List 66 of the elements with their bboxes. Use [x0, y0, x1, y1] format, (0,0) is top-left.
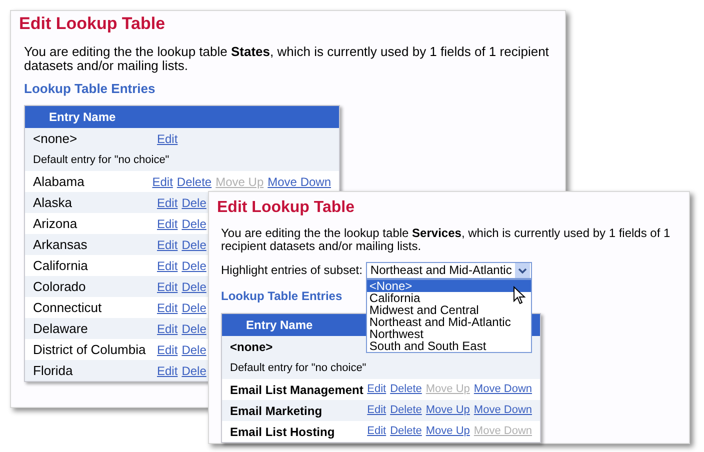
action-link[interactable]: Edit: [157, 340, 178, 358]
entry-name: California: [33, 256, 89, 275]
dropdown-option[interactable]: California: [367, 292, 532, 304]
action-link[interactable]: Dele: [182, 278, 206, 296]
entry-name: District of Columbia: [33, 340, 147, 359]
action-link[interactable]: Move Up: [426, 402, 470, 419]
mouse-cursor-icon: [513, 286, 526, 304]
section-heading: Lookup Table Entries: [221, 288, 342, 305]
entry-name: Colorado: [33, 278, 87, 296]
entry-name: Email Marketing: [230, 402, 324, 420]
entry-name: <none>: [33, 130, 78, 148]
action-link[interactable]: Edit: [157, 256, 178, 274]
action-link[interactable]: Edit: [152, 172, 173, 190]
entry-name: Arkansas: [33, 236, 88, 254]
entry-name: Email List Management: [230, 382, 364, 398]
section-heading: Lookup Table Entries: [23, 81, 156, 97]
description: You are editing the the lookup table Services, which is currently used by 1 fields of 1 recipient datasets and/or mailing lists.: [220, 227, 672, 253]
action-link[interactable]: Delete: [390, 423, 422, 440]
chevron-down-icon: [515, 262, 530, 278]
description: You are editing the the lookup table States, which is currently used by 1 fields of 1 recipient datasets and/or mailing lists.: [23, 45, 550, 73]
entry-name: Florida: [33, 362, 74, 380]
subset-label: Highlight entries of subset:: [221, 262, 362, 279]
entry-note: Default entry for "no choice": [33, 152, 170, 168]
dropdown-option[interactable]: Northeast and Mid-Atlantic: [367, 316, 532, 328]
column-header: Entry Name: [246, 317, 313, 334]
window-title: Edit Lookup Table: [217, 198, 356, 218]
action-link[interactable]: Delete: [176, 172, 212, 190]
dropdown-option[interactable]: <None>: [367, 280, 532, 292]
action-link[interactable]: Dele: [182, 298, 206, 316]
entry-name: Arizona: [33, 214, 78, 233]
action-link[interactable]: Delete: [390, 402, 422, 419]
action-link[interactable]: Edit: [157, 130, 178, 148]
action-link[interactable]: Edit: [157, 362, 178, 380]
action-link[interactable]: Edit: [157, 278, 178, 296]
action-link[interactable]: Edit: [367, 423, 386, 440]
action-link[interactable]: Edit: [157, 194, 178, 212]
action-link[interactable]: Delete: [390, 381, 422, 398]
action-link[interactable]: Move Up: [426, 423, 470, 440]
action-link[interactable]: Dele: [182, 340, 206, 358]
action-link[interactable]: Edit: [157, 298, 178, 316]
entry-name: Email List Hosting: [230, 424, 336, 440]
dropdown-option[interactable]: Midwest and Central: [367, 304, 532, 316]
entry-name: Alabama: [33, 172, 86, 191]
entry-note: Default entry for "no choice": [230, 360, 366, 376]
entry-name: Connecticut: [33, 298, 103, 317]
action-link[interactable]: Dele: [182, 236, 206, 254]
entry-name: Alaska: [33, 194, 74, 212]
action-link[interactable]: Edit: [367, 402, 386, 419]
action-link[interactable]: Dele: [182, 214, 206, 232]
subset-dropdown[interactable]: Northeast and Mid-Atlantic: [366, 262, 532, 278]
action-link[interactable]: Edit: [157, 214, 178, 232]
column-header: Entry Name: [49, 109, 116, 126]
action-link[interactable]: Dele: [182, 320, 206, 338]
dropdown-option[interactable]: South and South East: [367, 340, 532, 352]
action-link[interactable]: Edit: [157, 320, 178, 338]
action-link[interactable]: Edit: [367, 381, 386, 398]
entry-name: Delaware: [33, 320, 89, 338]
window-title: Edit Lookup Table: [19, 13, 166, 35]
action-link[interactable]: Edit: [157, 236, 178, 254]
action-link[interactable]: Dele: [182, 194, 206, 212]
action-link[interactable]: Dele: [182, 362, 206, 380]
action-link[interactable]: Move Down: [474, 402, 532, 419]
action-link[interactable]: Move Down: [268, 172, 331, 190]
action-link[interactable]: Move Down: [474, 381, 532, 398]
dropdown-option[interactable]: Northwest: [367, 328, 532, 340]
action-link[interactable]: Dele: [182, 256, 206, 274]
